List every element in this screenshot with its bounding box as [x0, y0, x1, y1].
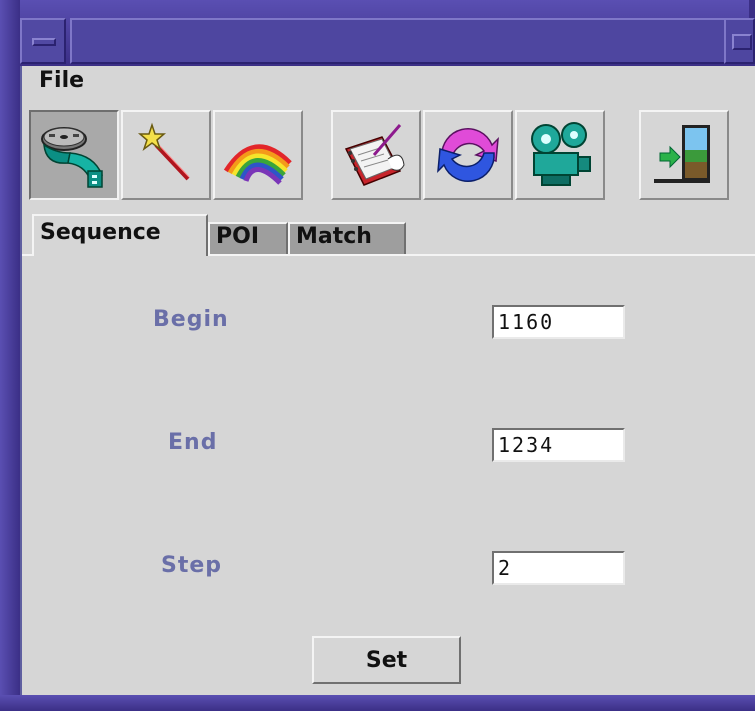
step-input[interactable]	[492, 551, 625, 585]
set-button[interactable]: Set	[312, 636, 461, 684]
rainbow-button[interactable]	[213, 110, 303, 200]
step-label: Step	[161, 553, 223, 578]
tab-match[interactable]: Match	[288, 222, 406, 254]
exit-button[interactable]	[639, 110, 729, 200]
begin-input[interactable]	[492, 305, 625, 339]
window-bottom-border[interactable]	[0, 695, 755, 711]
refresh-arrows-icon	[437, 128, 499, 182]
window-left-border	[0, 0, 20, 711]
title-bar[interactable]	[70, 18, 750, 64]
notebook-edit-icon	[344, 124, 405, 186]
film-reel-button[interactable]	[29, 110, 119, 200]
end-input[interactable]	[492, 428, 625, 462]
movie-projector-icon	[531, 122, 591, 186]
menu-bar: File	[22, 66, 755, 104]
tab-bar: Sequence POI Match	[22, 214, 755, 256]
notebook-edit-button[interactable]	[331, 110, 421, 200]
magic-wand-icon	[137, 122, 190, 181]
tab-poi[interactable]: POI	[208, 222, 288, 254]
magic-wand-button[interactable]	[121, 110, 211, 200]
exit-door-icon	[654, 125, 710, 183]
tab-sequence[interactable]: Sequence	[32, 214, 208, 256]
toolbar	[22, 110, 755, 204]
begin-label: Begin	[153, 307, 229, 332]
film-reel-icon	[41, 127, 103, 188]
window-menu-button[interactable]	[20, 18, 66, 64]
movie-projector-button[interactable]	[515, 110, 605, 200]
maximize-button[interactable]	[724, 18, 755, 64]
app-client-area: File Sequence POI Match Begin 1160 End 1…	[22, 66, 755, 695]
refresh-button[interactable]	[423, 110, 513, 200]
rainbow-icon	[223, 144, 292, 185]
menu-file[interactable]: File	[39, 68, 84, 93]
end-label: End	[168, 430, 218, 455]
